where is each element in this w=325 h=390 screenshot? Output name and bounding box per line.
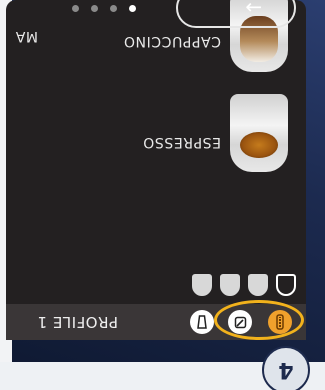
drink-item-espresso[interactable]: ESPRESSO — [6, 94, 306, 214]
strength-selector[interactable] — [192, 270, 296, 296]
drink-label: ESPRESSO — [142, 134, 221, 150]
strength-level-icon[interactable] — [248, 274, 268, 296]
page-dot — [110, 5, 117, 12]
drink-label: CAPPUCCINO — [123, 33, 221, 49]
page-dot — [72, 5, 79, 12]
next-button[interactable]: → — [176, 0, 296, 28]
profile-bar[interactable]: PROFILE 1 — [6, 300, 306, 340]
strength-level-icon[interactable] — [276, 274, 296, 296]
page-dot — [91, 5, 98, 12]
drink-label-partial[interactable]: MA — [15, 28, 38, 44]
strength-level-icon[interactable] — [192, 274, 212, 296]
page-indicator — [72, 5, 136, 12]
arrow-icon: → — [245, 0, 262, 20]
cup-icon[interactable] — [190, 310, 214, 334]
profile-label: PROFILE 1 — [37, 313, 118, 331]
machine-display: PROFILE 1 ESPRESSO CAPPUCCINO MA → — [6, 0, 306, 340]
highlight-ring — [214, 300, 304, 340]
strength-level-icon[interactable] — [220, 274, 240, 296]
step-badge: 4 — [262, 346, 310, 390]
page-dot — [129, 5, 136, 12]
